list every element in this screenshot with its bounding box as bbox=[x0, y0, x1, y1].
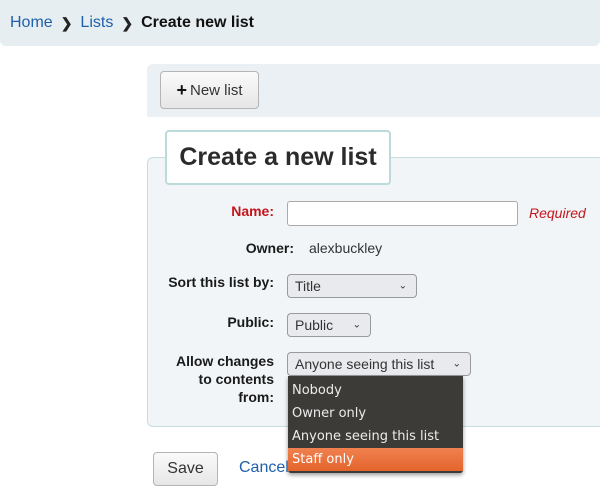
name-input[interactable] bbox=[287, 201, 518, 226]
toolbar: + New list bbox=[147, 64, 600, 117]
breadcrumb-lists-link[interactable]: Lists bbox=[80, 14, 113, 32]
public-label: Public: bbox=[227, 314, 274, 330]
chevron-down-icon: ⌄ bbox=[398, 280, 407, 292]
dropdown-option-nobody[interactable]: Nobody bbox=[288, 379, 463, 402]
allow-label-line: to contents bbox=[198, 371, 274, 387]
sort-label: Sort this list by: bbox=[168, 274, 274, 290]
new-list-button[interactable]: + New list bbox=[160, 71, 259, 109]
allow-label-line: from: bbox=[238, 389, 274, 405]
sort-select[interactable]: Title ⌄ bbox=[287, 274, 417, 298]
allow-changes-select[interactable]: Anyone seeing this list ⌄ bbox=[287, 352, 471, 376]
chevron-down-icon: ⌄ bbox=[352, 319, 361, 331]
name-label: Name: bbox=[231, 203, 274, 219]
chevron-right-icon: ❯ bbox=[60, 14, 73, 31]
breadcrumb-current: Create new list bbox=[141, 14, 254, 31]
sort-select-value: Title bbox=[295, 278, 321, 294]
form-legend: Create a new list bbox=[165, 130, 391, 185]
public-select[interactable]: Public ⌄ bbox=[287, 313, 371, 337]
chevron-down-icon: ⌄ bbox=[452, 358, 461, 370]
allow-select-value: Anyone seeing this list bbox=[295, 356, 435, 372]
breadcrumb: Home ❯ Lists ❯ Create new list bbox=[0, 0, 600, 46]
required-indicator: Required bbox=[529, 205, 586, 221]
public-select-value: Public bbox=[295, 317, 334, 333]
save-button[interactable]: Save bbox=[153, 452, 218, 486]
allow-changes-dropdown: Nobody Owner only Anyone seeing this lis… bbox=[288, 376, 463, 473]
allow-changes-label: Allow changes to contents from: bbox=[150, 352, 274, 406]
allow-label-line: Allow changes bbox=[175, 353, 274, 369]
owner-label: Owner: bbox=[245, 240, 294, 256]
plus-icon: + bbox=[176, 79, 187, 100]
dropdown-option-owner-only[interactable]: Owner only bbox=[288, 402, 463, 425]
breadcrumb-home-link[interactable]: Home bbox=[10, 14, 53, 32]
owner-value: alexbuckley bbox=[309, 240, 383, 256]
dropdown-option-staff-only[interactable]: Staff only bbox=[288, 448, 463, 471]
dropdown-option-anyone[interactable]: Anyone seeing this list bbox=[288, 425, 463, 448]
new-list-label: New list bbox=[190, 81, 243, 99]
cancel-link[interactable]: Cancel bbox=[239, 459, 289, 477]
chevron-right-icon: ❯ bbox=[121, 14, 134, 31]
